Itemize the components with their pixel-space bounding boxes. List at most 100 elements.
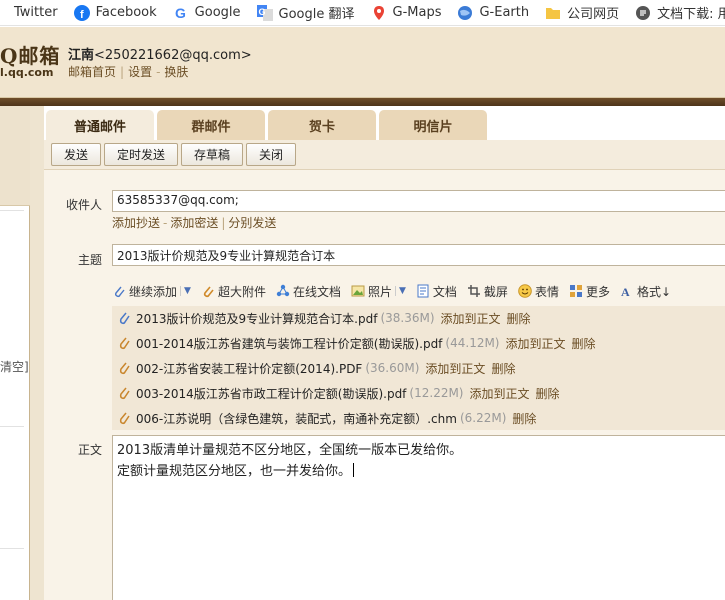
delete-attachment-link[interactable]: 删除 bbox=[572, 335, 596, 352]
tab-group-mail[interactable]: 群邮件 bbox=[157, 110, 265, 140]
document-button[interactable]: 文档 bbox=[416, 283, 457, 300]
attachment-item: 003-2014版江苏省市政工程计价定额(勘误版).pdf (12.22M) 添… bbox=[118, 383, 560, 403]
link-change-skin[interactable]: 换肤 bbox=[164, 65, 188, 79]
online-doc-button[interactable]: 在线文档 bbox=[276, 283, 341, 300]
screenshot-icon bbox=[467, 284, 481, 298]
attachment-size: (38.36M) bbox=[380, 311, 435, 325]
compose-tabs: 普通邮件 群邮件 贺卡 明信片 bbox=[44, 110, 725, 140]
paperclip-icon bbox=[118, 311, 130, 325]
twitter-icon bbox=[0, 5, 8, 21]
save-draft-button[interactable]: 存草稿 bbox=[181, 143, 243, 166]
folder-icon bbox=[545, 5, 561, 21]
subject-field[interactable]: 2013版计价规范及9专业计算规范合订本 bbox=[112, 244, 725, 266]
text-cursor bbox=[353, 463, 355, 477]
google-icon: G bbox=[173, 5, 189, 21]
separate-send-link[interactable]: 分别发送 bbox=[228, 216, 276, 230]
photo-button[interactable]: 照片 ▼ bbox=[351, 283, 406, 300]
subject-value: 2013版计价规范及9专业计算规范合订本 bbox=[117, 249, 336, 263]
divider bbox=[0, 210, 24, 211]
google-earth-icon bbox=[457, 5, 473, 21]
add-bcc-link[interactable]: 添加密送 bbox=[170, 216, 218, 230]
link-mail-home[interactable]: 邮箱首页 bbox=[68, 65, 116, 79]
add-to-body-link[interactable]: 添加到正文 bbox=[506, 335, 566, 352]
send-button[interactable]: 发送 bbox=[51, 143, 101, 166]
google-maps-icon bbox=[371, 5, 387, 21]
bookmark-docs-download[interactable]: 文档下载: 用户 bbox=[635, 3, 725, 22]
photo-icon bbox=[351, 284, 365, 298]
attachment-name: 003-2014版江苏省市政工程计价定额(勘误版).pdf bbox=[136, 386, 407, 401]
download-page-icon bbox=[635, 5, 651, 21]
mail-header: Q邮箱 l.qq.com 江南<250221662@qq.com> 邮箱首页 | 设… bbox=[0, 27, 725, 98]
delete-attachment-link[interactable]: 删除 bbox=[491, 360, 515, 377]
separator: | bbox=[221, 216, 226, 230]
user-info: 江南<250221662@qq.com> bbox=[68, 44, 252, 63]
attachment-size: (12.22M) bbox=[409, 386, 464, 400]
user-email: <250221662@qq.com> bbox=[94, 48, 252, 63]
recipient-options: 添加抄送 - 添加密送 | 分别发送 bbox=[112, 214, 276, 231]
body-label: 正文 bbox=[77, 443, 102, 457]
attachment-name: 2013版计价规范及9专业计算规范合订本.pdf bbox=[136, 311, 378, 326]
document-icon bbox=[416, 284, 430, 298]
to-field[interactable]: 63585337@qq.com; bbox=[112, 190, 725, 212]
logo-domain: l.qq.com bbox=[0, 66, 54, 79]
tab-greeting-card[interactable]: 贺卡 bbox=[268, 110, 376, 140]
recipient-value: 63585337@qq.com; bbox=[117, 193, 239, 207]
separator: - bbox=[156, 65, 161, 79]
emoji-button[interactable]: 表情 bbox=[518, 283, 559, 300]
subject-label: 主题 bbox=[77, 253, 102, 267]
header-divider bbox=[0, 98, 725, 106]
paperclip-icon bbox=[118, 336, 130, 350]
attachment-name: 006-江苏说明（含绿色建筑，装配式，南通补充定额）.chm bbox=[136, 411, 457, 426]
tab-postcard[interactable]: 明信片 bbox=[379, 110, 487, 140]
emoji-icon bbox=[518, 284, 532, 298]
close-button[interactable]: 关闭 bbox=[246, 143, 296, 166]
left-sidebar: 清空] bbox=[0, 106, 30, 600]
attachment-name: 001-2014版江苏省建筑与装饰工程计价定额(勘误版).pdf bbox=[136, 336, 443, 351]
paperclip-icon bbox=[118, 386, 130, 400]
bookmark-company[interactable]: 公司网页 bbox=[545, 3, 619, 22]
format-button[interactable]: A 格式↓ bbox=[620, 283, 671, 300]
bookmark-g-earth[interactable]: G-Earth bbox=[457, 5, 529, 21]
add-to-body-link[interactable]: 添加到正文 bbox=[470, 385, 530, 402]
bookmark-g-maps[interactable]: G-Maps bbox=[371, 5, 441, 21]
paperclip-icon bbox=[118, 361, 130, 375]
header-links: 邮箱首页 | 设置 - 换肤 bbox=[68, 63, 188, 80]
chevron-down-icon[interactable]: ▼ bbox=[394, 286, 406, 296]
timed-send-button[interactable]: 定时发送 bbox=[104, 143, 178, 166]
compose-toolbar: 发送 定时发送 存草稿 关闭 bbox=[44, 140, 725, 170]
body-line: 定额计量规范区分地区，也一并发给你。 bbox=[117, 464, 352, 479]
add-to-body-link[interactable]: 添加到正文 bbox=[441, 310, 501, 327]
svg-text:G: G bbox=[258, 7, 265, 17]
delete-attachment-link[interactable]: 删除 bbox=[507, 310, 531, 327]
attachment-size: (36.60M) bbox=[365, 361, 420, 375]
bookmark-twitter[interactable]: Twitter bbox=[0, 5, 58, 21]
attachment-item: 002-江苏省安装工程计价定额(2014).PDF (36.60M) 添加到正文… bbox=[118, 358, 515, 378]
large-attachment-button[interactable]: 超大附件 bbox=[201, 283, 266, 300]
divider bbox=[0, 548, 24, 549]
attachment-list: 2013版计价规范及9专业计算规范合订本.pdf (38.36M) 添加到正文 … bbox=[112, 306, 725, 430]
more-button[interactable]: 更多 bbox=[569, 283, 610, 300]
add-cc-link[interactable]: 添加抄送 bbox=[112, 216, 160, 230]
attachment-size: (44.12M) bbox=[445, 336, 500, 350]
logo-text[interactable]: Q邮箱 bbox=[0, 40, 60, 69]
bookmark-google[interactable]: G Google bbox=[173, 5, 241, 21]
bookmark-facebook[interactable]: f Facebook bbox=[73, 4, 157, 21]
link-settings[interactable]: 设置 bbox=[128, 65, 152, 79]
bookmark-google-translate[interactable]: G Google 翻译 bbox=[256, 3, 355, 22]
sidebar-top-strip bbox=[0, 106, 30, 206]
attachment-item: 2013版计价规范及9专业计算规范合订本.pdf (38.36M) 添加到正文 … bbox=[118, 308, 531, 328]
divider bbox=[0, 426, 24, 427]
screenshot-button[interactable]: 截屏 bbox=[467, 283, 508, 300]
chevron-down-icon[interactable]: ▼ bbox=[180, 286, 191, 296]
delete-attachment-link[interactable]: 删除 bbox=[512, 410, 536, 427]
delete-attachment-link[interactable]: 删除 bbox=[536, 385, 560, 402]
tab-normal-mail[interactable]: 普通邮件 bbox=[46, 110, 154, 140]
clear-link[interactable]: 清空] bbox=[0, 358, 29, 375]
add-to-body-link[interactable]: 添加到正文 bbox=[425, 360, 485, 377]
facebook-icon: f bbox=[73, 4, 90, 21]
svg-text:A: A bbox=[621, 285, 630, 298]
body-editor[interactable]: 2013版清单计量规范不区分地区，全国统一版本已发给你。 定额计量规范区分地区，… bbox=[112, 435, 725, 600]
continue-add-button[interactable]: 继续添加 ▼ bbox=[112, 283, 191, 300]
online-doc-icon bbox=[276, 284, 290, 298]
compose-form: 收件人 63585337@qq.com; 添加抄送 - 添加密送 | 分别发送 主题 2… bbox=[44, 170, 725, 600]
